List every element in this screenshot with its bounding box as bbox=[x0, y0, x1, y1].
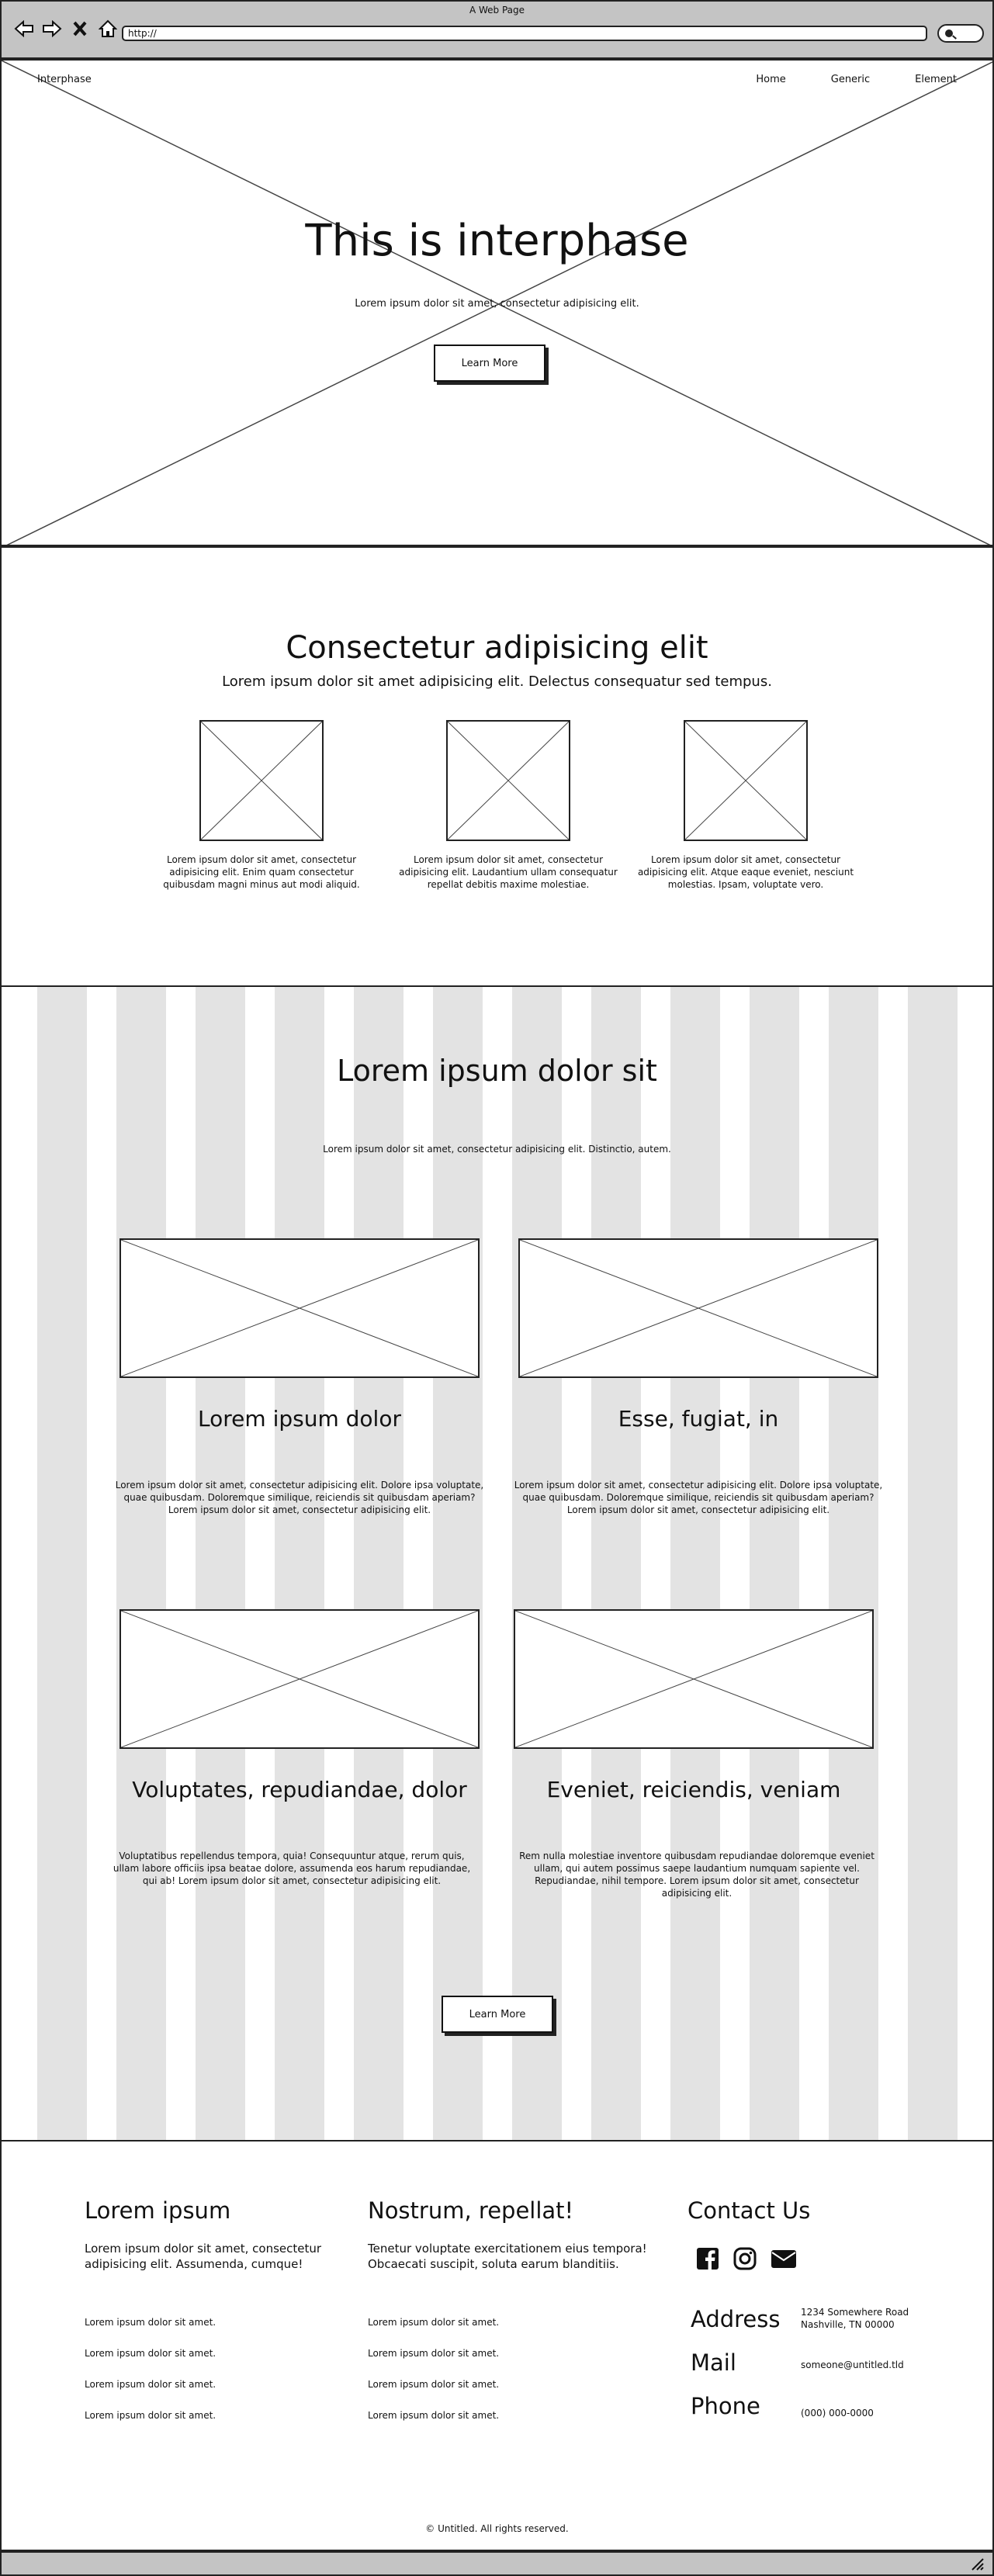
copyright: © Untitled. All rights reserved. bbox=[425, 2523, 569, 2534]
resize-grip-icon[interactable] bbox=[971, 2557, 985, 2574]
address-label: Address bbox=[691, 2306, 781, 2332]
nav-element[interactable]: Element bbox=[915, 74, 957, 85]
instagram-icon[interactable] bbox=[733, 2247, 757, 2273]
footer-col2-title: Nostrum, repellat! bbox=[368, 2197, 574, 2224]
mail-value[interactable]: someone@untitled.tld bbox=[801, 2359, 904, 2371]
address-line2: Nashville, TN 00000 bbox=[801, 2319, 895, 2330]
feature-image-placeholder bbox=[446, 720, 570, 841]
feature-image-placeholder bbox=[684, 720, 808, 841]
home-icon[interactable] bbox=[98, 17, 118, 40]
site-logo[interactable]: Interphase bbox=[37, 74, 92, 85]
footer-link[interactable]: Lorem ipsum dolor sit amet. bbox=[85, 2379, 216, 2390]
facebook-icon[interactable] bbox=[696, 2247, 719, 2273]
footer: Lorem ipsum Lorem ipsum dolor sit amet, … bbox=[0, 2140, 994, 2551]
card-image-placeholder bbox=[119, 1238, 480, 1378]
footer-link[interactable]: Lorem ipsum dolor sit amet. bbox=[85, 2348, 216, 2359]
back-arrow-icon[interactable] bbox=[14, 17, 34, 40]
footer-link[interactable]: Lorem ipsum dolor sit amet. bbox=[368, 2348, 499, 2359]
feature-text: Lorem ipsum dolor sit amet, consectetur … bbox=[399, 854, 618, 890]
feature-text: Lorem ipsum dolor sit amet, consectetur … bbox=[163, 854, 360, 890]
feature-text: Lorem ipsum dolor sit amet, consectetur … bbox=[637, 854, 854, 890]
card-image-placeholder bbox=[514, 1609, 874, 1749]
phone-value: (000) 000-0000 bbox=[801, 2408, 874, 2418]
card-image-placeholder bbox=[119, 1609, 480, 1749]
card-text: Voluptatibus repellendus tempora, quia! … bbox=[113, 1851, 471, 1886]
status-bar bbox=[0, 2551, 994, 2576]
social-links bbox=[696, 2247, 797, 2273]
feature-item: Lorem ipsum dolor sit amet, consectetur … bbox=[149, 720, 374, 891]
footer-link[interactable]: Lorem ipsum dolor sit amet. bbox=[368, 2410, 499, 2421]
card-text: Lorem ipsum dolor sit amet, consectetur … bbox=[514, 1480, 883, 1515]
search-button[interactable] bbox=[937, 24, 984, 43]
gallery-learn-more-button[interactable]: Learn More bbox=[442, 1996, 553, 2033]
gallery-section: Lorem ipsum dolor sit Lorem ipsum dolor … bbox=[0, 987, 994, 2140]
address-line1: 1234 Somewhere Road bbox=[801, 2307, 909, 2318]
card-title: Lorem ipsum dolor bbox=[198, 1406, 401, 1432]
nav-generic[interactable]: Generic bbox=[831, 74, 870, 85]
phone-label: Phone bbox=[691, 2393, 760, 2419]
footer-link[interactable]: Lorem ipsum dolor sit amet. bbox=[368, 2379, 499, 2390]
feature-image-placeholder bbox=[199, 720, 324, 841]
footer-link[interactable]: Lorem ipsum dolor sit amet. bbox=[368, 2317, 499, 2328]
features-title: Consectetur adipisicing elit bbox=[286, 630, 708, 666]
card-text: Lorem ipsum dolor sit amet, consectetur … bbox=[115, 1480, 484, 1515]
contact-title: Contact Us bbox=[687, 2197, 811, 2224]
card-title: Eveniet, reiciendis, veniam bbox=[546, 1777, 841, 1802]
footer-link[interactable]: Lorem ipsum dolor sit amet. bbox=[85, 2317, 216, 2328]
feature-item: Lorem ipsum dolor sit amet, consectetur … bbox=[633, 720, 858, 891]
card-image-placeholder bbox=[518, 1238, 878, 1378]
card-title: Esse, fugiat, in bbox=[618, 1406, 779, 1432]
features-section: Consectetur adipisicing elit Lorem ipsum… bbox=[0, 546, 994, 987]
hero-section: Interphase Home Generic Element This is … bbox=[0, 59, 994, 546]
hero-title: This is interphase bbox=[305, 216, 689, 266]
browser-chrome: A Web Page http:// bbox=[0, 0, 994, 59]
features-lead: Lorem ipsum dolor sit amet adipisicing e… bbox=[222, 673, 772, 690]
window-title: A Web Page bbox=[469, 5, 525, 16]
mail-label: Mail bbox=[691, 2349, 736, 2376]
footer-col1-title: Lorem ipsum bbox=[85, 2197, 231, 2224]
close-icon[interactable] bbox=[70, 17, 90, 40]
hero-subtitle: Lorem ipsum dolor sit amet, consectetur … bbox=[355, 298, 639, 310]
nav-home[interactable]: Home bbox=[756, 74, 785, 85]
footer-col1-text: Lorem ipsum dolor sit amet, consectetur … bbox=[85, 2242, 322, 2271]
footer-link[interactable]: Lorem ipsum dolor sit amet. bbox=[85, 2410, 216, 2421]
feature-item: Lorem ipsum dolor sit amet, consectetur … bbox=[396, 720, 621, 891]
card-title: Voluptates, repudiandae, dolor bbox=[132, 1777, 467, 1802]
footer-col2-text: Tenetur voluptate exercitationem eius te… bbox=[368, 2242, 647, 2271]
url-input[interactable]: http:// bbox=[122, 26, 927, 41]
top-nav: Home Generic Element bbox=[756, 74, 957, 85]
card-text: Rem nulla molestiae inventore quibusdam … bbox=[519, 1851, 875, 1899]
hero-learn-more-button[interactable]: Learn More bbox=[434, 345, 545, 382]
gallery-title: Lorem ipsum dolor sit bbox=[337, 1054, 657, 1088]
envelope-icon[interactable] bbox=[771, 2248, 797, 2273]
forward-arrow-icon[interactable] bbox=[42, 17, 62, 40]
gallery-subtitle: Lorem ipsum dolor sit amet, consectetur … bbox=[323, 1144, 671, 1155]
